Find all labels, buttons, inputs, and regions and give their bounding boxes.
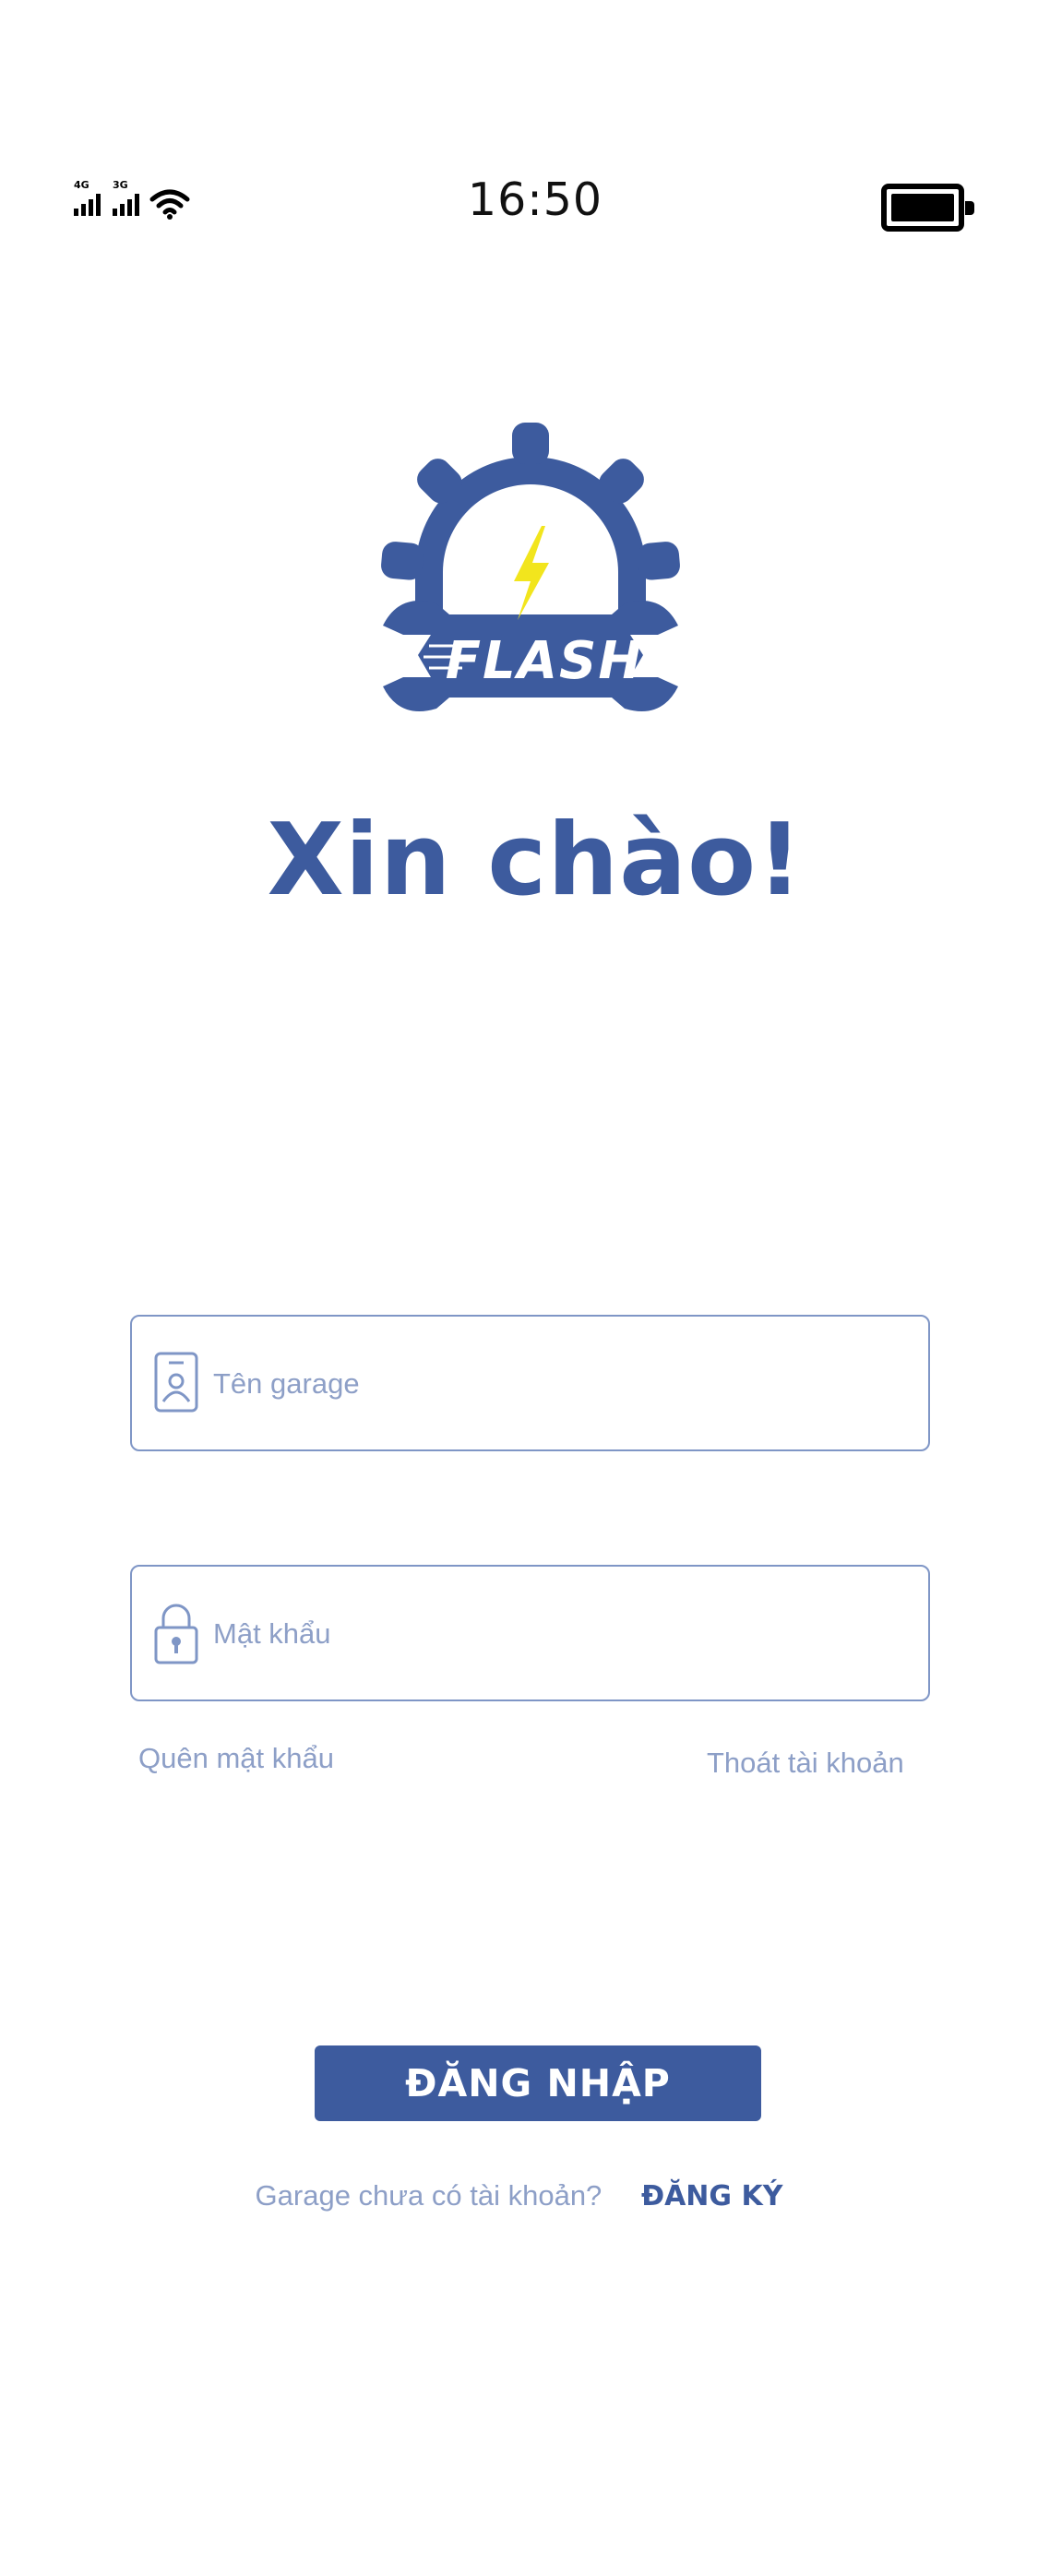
login-button[interactable]: ĐĂNG NHẬP: [315, 2045, 761, 2121]
register-question: Garage chưa có tài khoản?: [255, 2179, 603, 2212]
status-bar: 4G 3G 16:50: [0, 166, 1038, 240]
lock-icon: [154, 1604, 198, 1664]
id-card-icon: [154, 1352, 198, 1413]
battery-icon: [881, 184, 974, 232]
password-field[interactable]: [130, 1565, 930, 1701]
register-row: Garage chưa có tài khoản? ĐĂNG KÝ: [0, 2179, 1038, 2212]
register-link[interactable]: ĐĂNG KÝ: [641, 2180, 783, 2212]
flash-logo: FLASH: [381, 423, 680, 711]
garage-name-input[interactable]: [213, 1354, 896, 1414]
garage-name-field[interactable]: [130, 1315, 930, 1451]
greeting-heading: Xin chào!: [267, 803, 804, 918]
forgot-password-link[interactable]: Quên mật khẩu: [138, 1742, 334, 1775]
exit-account-link[interactable]: Thoát tài khoản: [707, 1747, 904, 1780]
password-input[interactable]: [213, 1604, 896, 1664]
logo-text: FLASH: [446, 631, 643, 691]
